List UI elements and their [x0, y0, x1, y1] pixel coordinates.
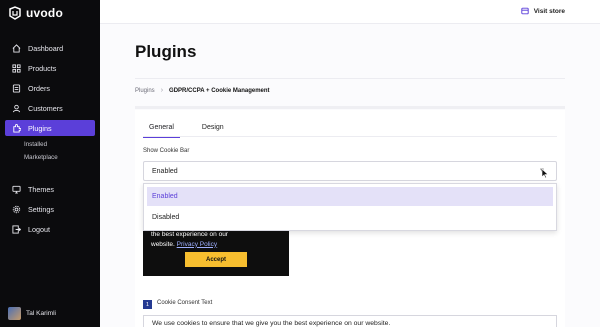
sidebar-item-label: Settings: [28, 204, 54, 214]
sidebar-item-customers[interactable]: Customers: [0, 98, 100, 118]
grid-icon: [12, 63, 21, 73]
sidebar-item-label: Products: [28, 63, 57, 73]
sidebar-item-label: Themes: [28, 184, 54, 194]
sidebar-item-label: Dashboard: [28, 43, 64, 53]
store-icon: [521, 7, 529, 15]
sidebar: uvodo Dashboard Products Orders Customer…: [0, 0, 100, 327]
sidebar-item-dashboard[interactable]: Dashboard: [0, 38, 100, 58]
preview-line-2-prefix: website.: [151, 240, 175, 248]
topbar: Visit store: [100, 0, 600, 24]
sidebar-item-orders[interactable]: Orders: [0, 78, 100, 98]
preview-line-2: website. Privacy Policy: [151, 240, 228, 250]
themes-icon: [12, 185, 21, 194]
sidebar-item-plugins[interactable]: Plugins: [5, 120, 95, 136]
sidebar-item-label: Plugins: [28, 123, 52, 133]
brand[interactable]: uvodo: [8, 6, 63, 20]
sidebar-subitem-installed[interactable]: Installed: [0, 138, 100, 151]
orders-icon: [12, 83, 21, 93]
page-title: Plugins: [135, 42, 197, 61]
settings-icon: [12, 205, 21, 213]
cookie-bar-preview: the best experience on our website. Priv…: [143, 231, 289, 276]
sidebar-item-products[interactable]: Products: [0, 58, 100, 78]
user-name: Tal Karimli: [26, 310, 56, 317]
privacy-policy-link[interactable]: Privacy Policy: [177, 241, 217, 248]
plugin-icon: [13, 123, 21, 133]
step-number-badge: 1: [143, 300, 152, 309]
select-value: Enabled: [152, 167, 178, 175]
cookie-consent-text-label: Cookie Consent Text: [157, 300, 213, 306]
sidebar-item-label: Logout: [28, 224, 50, 234]
user-profile[interactable]: Tal Karimli: [8, 307, 56, 320]
visit-store-link[interactable]: Visit store: [521, 7, 565, 15]
breadcrumb-root[interactable]: Plugins: [135, 88, 155, 94]
option-disabled[interactable]: Disabled: [147, 208, 553, 227]
mouse-cursor-icon: [541, 168, 549, 179]
sidebar-item-settings[interactable]: Settings: [0, 199, 100, 219]
option-enabled[interactable]: Enabled: [147, 187, 553, 206]
accept-button[interactable]: Accept: [185, 252, 247, 267]
sidebar-item-logout[interactable]: Logout: [0, 219, 100, 239]
sidebar-subitem-marketplace[interactable]: Marketplace: [0, 151, 100, 164]
logout-icon: [12, 224, 21, 234]
show-cookie-bar-label: Show Cookie Bar: [143, 148, 190, 154]
sidebar-item-themes[interactable]: Themes: [0, 179, 100, 199]
divider: [135, 106, 565, 109]
divider: [135, 78, 565, 79]
breadcrumb-current: GDPR/CCPA + Cookie Management: [169, 87, 270, 94]
brand-name: uvodo: [26, 6, 63, 20]
users-icon: [12, 104, 21, 112]
cookie-bar-dropdown: Enabled Disabled: [143, 183, 557, 231]
sidebar-item-label: Customers: [28, 103, 63, 113]
uvodo-logo-icon: [9, 6, 21, 20]
avatar: [8, 307, 21, 320]
chevron-right-icon: ›: [160, 87, 164, 94]
sidebar-nav: Dashboard Products Orders Customers Plug…: [0, 38, 100, 239]
breadcrumb: Plugins › GDPR/CCPA + Cookie Management: [135, 87, 270, 94]
sidebar-item-label: Orders: [28, 83, 50, 93]
preview-text: the best experience on our website. Priv…: [151, 230, 228, 249]
show-cookie-bar-select[interactable]: Enabled ▼: [143, 161, 557, 181]
cookie-consent-text-field[interactable]: We use cookies to ensure that we give yo…: [143, 315, 557, 327]
preview-line-1: the best experience on our: [151, 231, 228, 238]
tabs-divider: [143, 136, 557, 137]
home-icon: [12, 43, 21, 53]
visit-store-label: Visit store: [533, 7, 565, 15]
